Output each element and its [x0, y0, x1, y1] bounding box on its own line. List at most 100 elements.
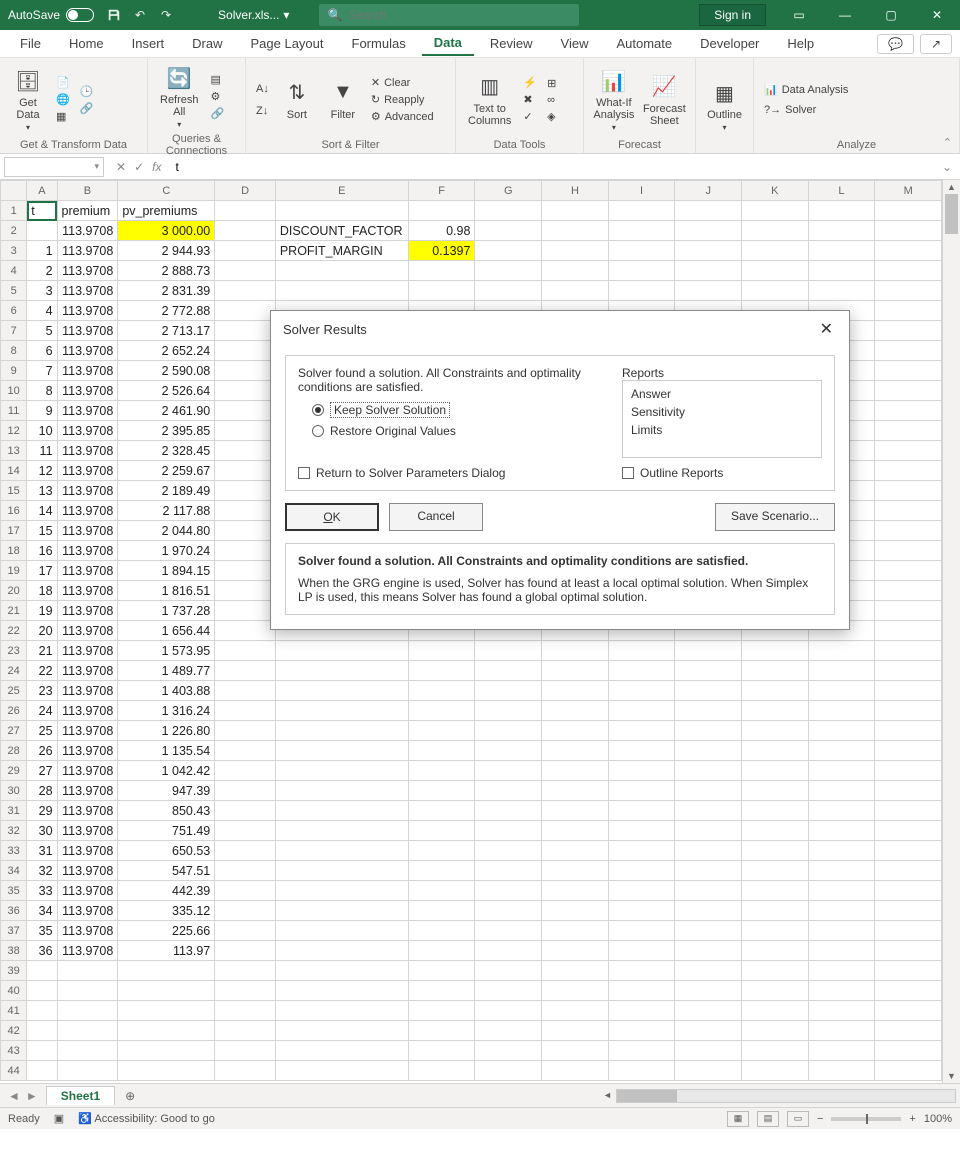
close-dialog-icon[interactable]: ✕: [816, 319, 837, 339]
flash-fill-icon[interactable]: ⚡: [521, 75, 539, 90]
cell[interactable]: [27, 961, 57, 981]
tab-insert[interactable]: Insert: [120, 32, 177, 55]
save-scenario-button[interactable]: Save Scenario...: [715, 503, 835, 531]
cell[interactable]: 113.9708: [57, 481, 118, 501]
cell[interactable]: [215, 481, 276, 501]
row-header[interactable]: 30: [1, 781, 27, 801]
cell[interactable]: [608, 1021, 675, 1041]
recent-sources-icon[interactable]: 🕒: [78, 84, 96, 99]
sheet-tab[interactable]: Sheet1: [46, 1086, 115, 1105]
tab-view[interactable]: View: [549, 32, 601, 55]
page-layout-icon[interactable]: ▤: [757, 1111, 779, 1127]
cell[interactable]: 30: [27, 821, 57, 841]
cell[interactable]: [675, 781, 742, 801]
row-header[interactable]: 7: [1, 321, 27, 341]
scroll-left-icon[interactable]: ◄: [603, 1090, 612, 1100]
cell[interactable]: [808, 1061, 875, 1081]
existing-conn-icon[interactable]: 🔗: [78, 101, 96, 116]
close-icon[interactable]: ✕: [914, 0, 960, 30]
cell[interactable]: [408, 741, 475, 761]
cell[interactable]: [475, 741, 542, 761]
cell[interactable]: [875, 701, 942, 721]
cell[interactable]: [808, 961, 875, 981]
text-to-columns-button[interactable]: ▥Text to Columns: [464, 71, 515, 129]
edit-links-icon[interactable]: 🔗: [209, 106, 227, 121]
cell[interactable]: [608, 781, 675, 801]
cell[interactable]: premium: [57, 201, 118, 221]
cell[interactable]: [875, 821, 942, 841]
col-header-F[interactable]: F: [408, 181, 475, 201]
cell[interactable]: [542, 661, 609, 681]
cell[interactable]: 21: [27, 641, 57, 661]
cell[interactable]: 947.39: [118, 781, 215, 801]
clear-button[interactable]: ✕ Clear: [369, 75, 436, 90]
cell[interactable]: [875, 501, 942, 521]
cell[interactable]: 27: [27, 761, 57, 781]
cell[interactable]: [542, 1041, 609, 1061]
cell[interactable]: [875, 921, 942, 941]
minimize-icon[interactable]: —: [822, 0, 868, 30]
cell[interactable]: [215, 961, 276, 981]
fx-icon[interactable]: fx: [152, 160, 161, 174]
data-analysis-button[interactable]: 📊 Data Analysis: [762, 82, 850, 97]
row-header[interactable]: 33: [1, 841, 27, 861]
cell[interactable]: [542, 741, 609, 761]
refresh-all-button[interactable]: 🔄Refresh All▾: [156, 62, 203, 131]
cell[interactable]: 2 652.24: [118, 341, 215, 361]
cell[interactable]: [875, 221, 942, 241]
cell[interactable]: [675, 1001, 742, 1021]
cell[interactable]: [27, 221, 57, 241]
cell[interactable]: [215, 721, 276, 741]
cell[interactable]: [875, 781, 942, 801]
cell[interactable]: [808, 861, 875, 881]
cell[interactable]: 12: [27, 461, 57, 481]
cell[interactable]: [742, 1001, 809, 1021]
cell[interactable]: [408, 261, 475, 281]
properties-icon[interactable]: ⚙: [209, 89, 227, 104]
tab-home[interactable]: Home: [57, 32, 116, 55]
cell[interactable]: 442.39: [118, 881, 215, 901]
cell[interactable]: [875, 621, 942, 641]
cell[interactable]: 2 590.08: [118, 361, 215, 381]
cell[interactable]: [408, 681, 475, 701]
cell[interactable]: [275, 781, 408, 801]
cell[interactable]: [675, 761, 742, 781]
cell[interactable]: [275, 801, 408, 821]
cell[interactable]: [275, 261, 408, 281]
cell[interactable]: [808, 881, 875, 901]
cell[interactable]: [875, 321, 942, 341]
filter-button[interactable]: ▼Filter: [323, 77, 363, 123]
redo-icon[interactable]: ↷: [158, 7, 174, 23]
cell[interactable]: [475, 1041, 542, 1061]
cell[interactable]: [675, 861, 742, 881]
scroll-up-icon[interactable]: ▲: [943, 180, 960, 194]
cell[interactable]: [215, 541, 276, 561]
row-header[interactable]: 41: [1, 1001, 27, 1021]
cell[interactable]: [275, 661, 408, 681]
macro-record-icon[interactable]: ▣: [54, 1112, 64, 1125]
row-header[interactable]: 44: [1, 1061, 27, 1081]
cell[interactable]: [475, 201, 542, 221]
tab-help[interactable]: Help: [775, 32, 826, 55]
cell[interactable]: [875, 721, 942, 741]
cell[interactable]: [608, 921, 675, 941]
cell[interactable]: [808, 841, 875, 861]
comments-button[interactable]: 💬: [877, 34, 914, 54]
cell[interactable]: [675, 1021, 742, 1041]
cell[interactable]: [875, 1041, 942, 1061]
cell[interactable]: [542, 681, 609, 701]
cell[interactable]: [275, 1001, 408, 1021]
cell[interactable]: [542, 881, 609, 901]
cell[interactable]: [475, 841, 542, 861]
row-header[interactable]: 18: [1, 541, 27, 561]
cell[interactable]: [118, 1001, 215, 1021]
zoom-slider[interactable]: [831, 1117, 901, 1121]
cell[interactable]: 113.9708: [57, 881, 118, 901]
cell[interactable]: [542, 961, 609, 981]
cell[interactable]: [875, 201, 942, 221]
cell[interactable]: [675, 981, 742, 1001]
cell[interactable]: 113.9708: [57, 261, 118, 281]
cell[interactable]: [608, 1001, 675, 1021]
cell[interactable]: 751.49: [118, 821, 215, 841]
cell[interactable]: [215, 621, 276, 641]
